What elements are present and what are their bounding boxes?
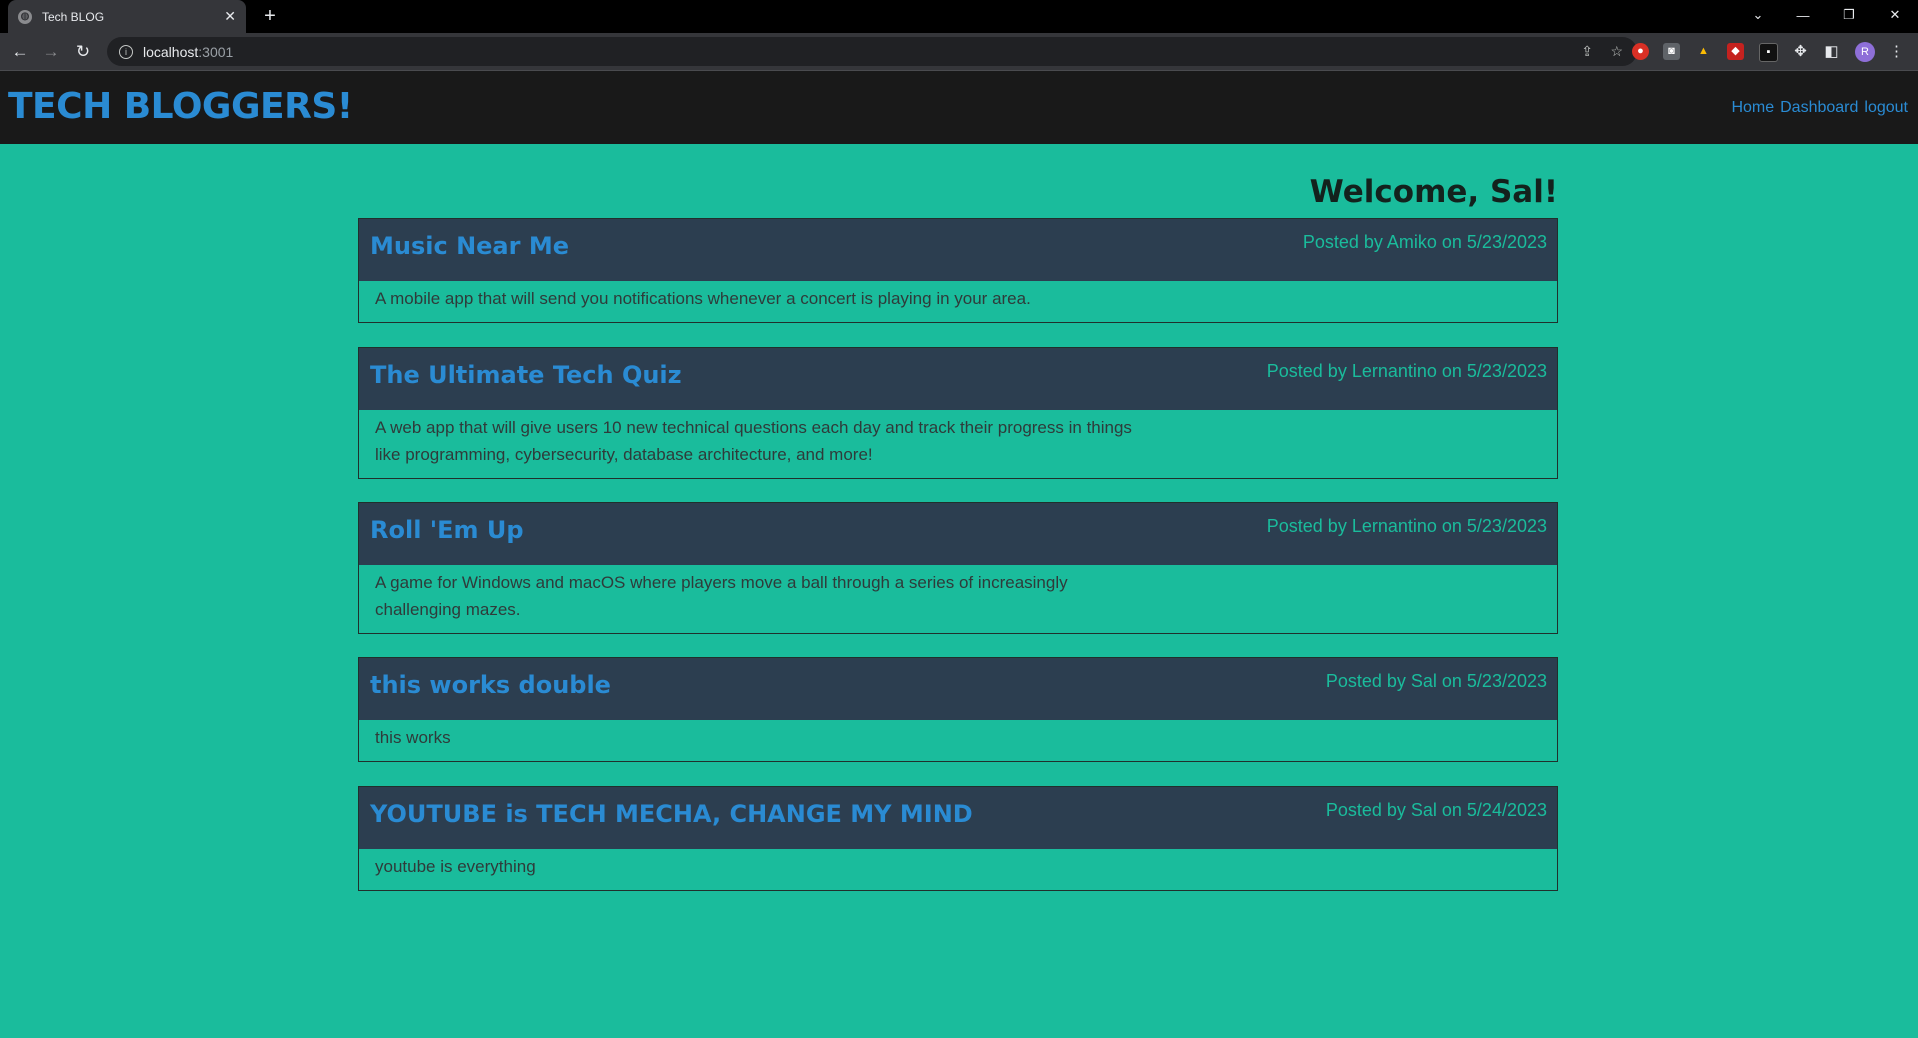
post-body: A web app that will give users 10 new te… [375, 418, 1132, 464]
post-body: youtube is everything [375, 857, 536, 876]
close-window-button[interactable]: ✕ [1872, 0, 1918, 30]
share-icon[interactable]: ⇪ [1581, 37, 1593, 66]
close-icon[interactable]: ✕ [224, 8, 236, 25]
welcome-heading: Welcome, Sal! [1309, 174, 1558, 210]
post-body: A game for Windows and macOS where playe… [375, 573, 1068, 619]
post-card[interactable]: YOUTUBE is TECH MECHA, CHANGE MY MIND Po… [358, 786, 1558, 891]
post-meta: Posted by Lernantino on 5/23/2023 [1266, 516, 1547, 536]
nav-home-link[interactable]: Home [1731, 99, 1774, 117]
extension-badge-icon[interactable]: ◆ [1727, 43, 1744, 60]
post-title[interactable]: this works double [370, 671, 611, 699]
post-header: this works double Posted by Sal on 5/23/… [359, 658, 1557, 720]
post-card[interactable]: this works double Posted by Sal on 5/23/… [358, 657, 1558, 762]
side-panel-icon[interactable]: ◧ [1823, 43, 1840, 60]
restore-button[interactable]: ❐ [1826, 0, 1872, 30]
post-meta: Posted by Amiko on 5/23/2023 [1302, 232, 1547, 252]
post-title[interactable]: YOUTUBE is TECH MECHA, CHANGE MY MIND [370, 800, 973, 828]
browser-tabstrip: ◍ Tech BLOG ✕ + ⌄ — ❐ ✕ [0, 0, 1918, 33]
extensions-puzzle-icon[interactable]: ✥ [1792, 43, 1809, 60]
post-title[interactable]: The Ultimate Tech Quiz [370, 361, 682, 389]
reload-button[interactable]: ↻ [70, 39, 96, 65]
browser-toolbar: ← → ↻ i localhost:3001 ⇪ ☆ ● ◙ ▲ ◆ ▪ ✥ ◧… [0, 33, 1918, 71]
post-meta: Posted by Sal on 5/23/2023 [1325, 671, 1547, 691]
extension-red-icon[interactable]: ● [1632, 43, 1649, 60]
post-body: this works [375, 728, 451, 747]
info-icon[interactable]: i [119, 44, 133, 59]
tab-search-icon[interactable]: ⌄ [1735, 0, 1781, 30]
site-title[interactable]: TECH BLOGGERS! [8, 86, 353, 127]
post-title[interactable]: Roll 'Em Up [370, 516, 524, 544]
forward-button[interactable]: → [38, 39, 64, 65]
post-meta: Posted by Lernantino on 5/23/2023 [1266, 361, 1547, 381]
site-header: TECH BLOGGERS! Home Dashboard logout [0, 71, 1918, 144]
extension-dark-icon[interactable]: ▪ [1759, 43, 1778, 62]
nav-dashboard-link[interactable]: Dashboard [1780, 99, 1858, 117]
menu-kebab-icon[interactable]: ⋮ [1888, 43, 1905, 60]
post-header: YOUTUBE is TECH MECHA, CHANGE MY MIND Po… [359, 787, 1557, 849]
tab-title: Tech BLOG [42, 9, 105, 24]
browser-tab[interactable]: ◍ Tech BLOG ✕ [8, 0, 246, 33]
site-nav: Home Dashboard logout [1731, 99, 1908, 117]
back-button[interactable]: ← [7, 39, 33, 65]
extension-camera-icon[interactable]: ◙ [1663, 43, 1680, 60]
new-tab-button[interactable]: + [258, 5, 282, 29]
post-header: Music Near Me Posted by Amiko on 5/23/20… [359, 219, 1557, 281]
globe-icon: ◍ [18, 9, 32, 24]
extension-drive-icon[interactable]: ▲ [1695, 43, 1712, 60]
post-meta: Posted by Sal on 5/24/2023 [1325, 800, 1547, 820]
address-bar[interactable]: i localhost:3001 ⇪ ☆ [107, 37, 1637, 66]
bookmark-star-icon[interactable]: ☆ [1610, 37, 1623, 66]
post-title[interactable]: Music Near Me [370, 232, 569, 260]
minimize-button[interactable]: — [1780, 0, 1826, 30]
nav-logout-link[interactable]: logout [1864, 99, 1908, 117]
url-text: localhost:3001 [143, 43, 234, 60]
post-card[interactable]: Roll 'Em Up Posted by Lernantino on 5/23… [358, 502, 1558, 634]
post-header: Roll 'Em Up Posted by Lernantino on 5/23… [359, 503, 1557, 565]
post-body: A mobile app that will send you notifica… [375, 289, 1031, 308]
post-card[interactable]: The Ultimate Tech Quiz Posted by Lernant… [358, 347, 1558, 479]
avatar[interactable]: R [1855, 42, 1875, 62]
post-card[interactable]: Music Near Me Posted by Amiko on 5/23/20… [358, 218, 1558, 323]
post-header: The Ultimate Tech Quiz Posted by Lernant… [359, 348, 1557, 410]
